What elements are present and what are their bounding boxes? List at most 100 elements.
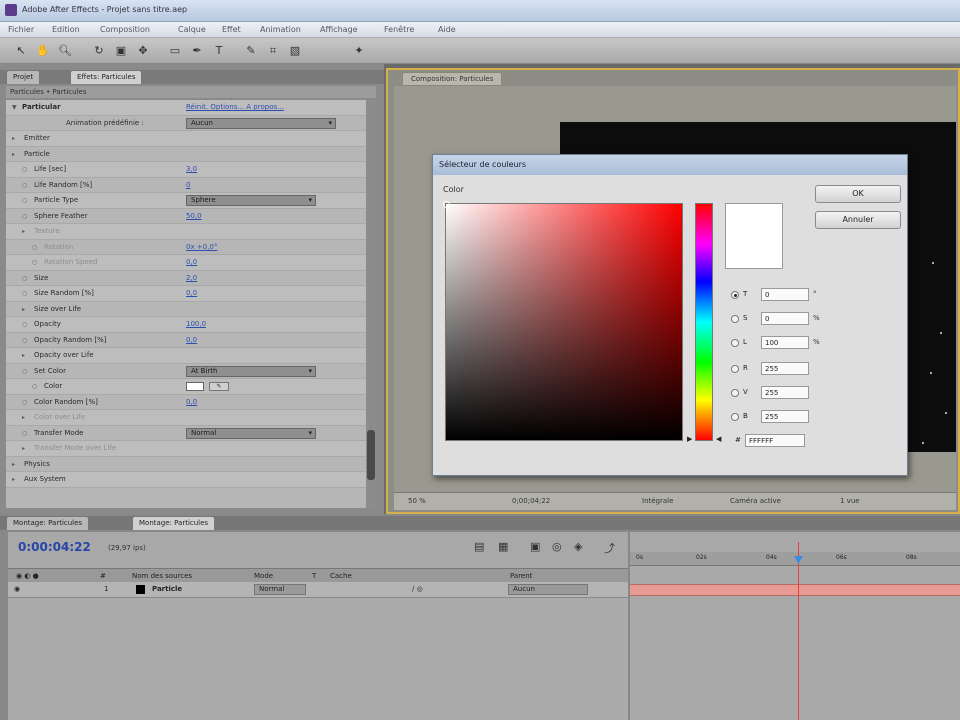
stopwatch-icon[interactable]: ○ xyxy=(22,182,27,189)
twirl-right-icon[interactable]: ▸ xyxy=(12,135,15,142)
stopwatch-icon[interactable]: ○ xyxy=(22,275,27,282)
column-source-name[interactable]: Nom des sources xyxy=(132,572,192,580)
effect-controls-scrollbar[interactable] xyxy=(366,100,376,508)
twirl-right-icon[interactable]: ▸ xyxy=(22,352,25,359)
property-value[interactable]: 0x +0,0° xyxy=(186,243,217,251)
color-selector-marker[interactable] xyxy=(443,201,450,208)
property-dropdown[interactable]: At Birth xyxy=(186,365,316,377)
comp-flowchart-icon[interactable]: ▦ xyxy=(498,540,508,553)
eye-icon[interactable]: ◉ xyxy=(14,585,20,593)
property-value[interactable]: 100,0 xyxy=(186,320,206,328)
layer-row[interactable]: ◉ 1 Particle Normal ∕ ◎ Aucun xyxy=(8,582,628,598)
color-field-input[interactable]: 255 xyxy=(761,386,809,399)
color-swatch[interactable] xyxy=(186,382,204,391)
property-row[interactable]: ○ Opacity 100,0 xyxy=(6,317,366,333)
property-row[interactable]: ○ Opacity Random [%] 0,0 xyxy=(6,333,366,348)
property-row[interactable]: ○ Rotation Speed 0,0 xyxy=(6,255,366,271)
property-row[interactable]: ○ Particle Type Sphere xyxy=(6,193,366,209)
tab-timeline-1[interactable]: Montage: Particules xyxy=(6,516,90,530)
property-row[interactable]: ▸ Physics xyxy=(6,457,366,472)
ok-button[interactable]: OK xyxy=(815,185,901,203)
effect-row[interactable]: ▼ Particular Réinit. Options... A propos… xyxy=(6,100,366,116)
property-value[interactable]: 0,0 xyxy=(186,336,197,344)
layer-mode-dropdown[interactable]: Normal xyxy=(254,584,306,595)
preset-dropdown[interactable]: Aucun xyxy=(186,117,336,129)
twirl-right-icon[interactable]: ▸ xyxy=(22,228,25,235)
mask-tool-icon[interactable]: ▭ xyxy=(168,44,182,58)
property-row[interactable]: ○ Size 2,0 xyxy=(6,271,366,286)
graph-editor-icon[interactable]: ⤴ xyxy=(604,540,615,556)
property-dropdown[interactable]: Normal xyxy=(186,427,316,439)
stopwatch-icon[interactable]: ○ xyxy=(22,321,27,328)
color-mode-radio[interactable] xyxy=(731,413,739,421)
comp-timecode[interactable]: 0;00;04;22 xyxy=(512,497,550,505)
color-mode-radio[interactable] xyxy=(731,389,739,397)
twirl-down-icon[interactable]: ▼ xyxy=(12,104,17,111)
eraser-tool-icon[interactable]: ▧ xyxy=(288,44,302,58)
color-mode-radio[interactable] xyxy=(731,365,739,373)
twirl-right-icon[interactable]: ▸ xyxy=(22,306,25,313)
stopwatch-icon[interactable]: ○ xyxy=(32,383,37,390)
stopwatch-icon[interactable]: ○ xyxy=(22,368,27,375)
menu-calque[interactable]: Calque xyxy=(178,25,206,34)
resolution-dropdown[interactable]: Intégrale xyxy=(642,497,673,505)
pan-tool-icon[interactable]: ✥ xyxy=(136,44,150,58)
views-dropdown[interactable]: 1 vue xyxy=(840,497,860,505)
menu-affichage[interactable]: Affichage xyxy=(320,25,358,34)
saturation-lightness-field[interactable] xyxy=(443,201,683,441)
tab-timeline-2[interactable]: Montage: Particules xyxy=(132,516,216,530)
twirl-right-icon[interactable]: ▸ xyxy=(12,476,15,483)
stopwatch-icon[interactable]: ○ xyxy=(22,337,27,344)
twirl-right-icon[interactable]: ▸ xyxy=(12,151,15,158)
menu-edition[interactable]: Edition xyxy=(52,25,80,34)
property-value[interactable]: 0 xyxy=(186,181,190,189)
search-icon[interactable]: ▤ xyxy=(474,540,484,553)
selection-tool-icon[interactable]: ↖ xyxy=(14,44,28,58)
stopwatch-icon[interactable]: ○ xyxy=(32,244,37,251)
stopwatch-icon[interactable]: ○ xyxy=(22,430,27,437)
property-row[interactable]: ○ Sphere Feather 50,0 xyxy=(6,209,366,224)
property-row[interactable]: ○ Color ✎ xyxy=(6,379,366,395)
eyedropper-icon[interactable]: ✎ xyxy=(209,382,229,391)
pen-tool-icon[interactable]: ✒ xyxy=(190,44,204,58)
color-field-input[interactable]: 100 xyxy=(761,336,809,349)
menu-composition[interactable]: Composition xyxy=(100,25,150,34)
rotate-tool-icon[interactable]: ↻ xyxy=(92,44,106,58)
motion-blur-icon[interactable]: ◈ xyxy=(574,540,582,553)
property-value[interactable]: 2,0 xyxy=(186,274,197,282)
property-row[interactable]: ○ Set Color At Birth xyxy=(6,364,366,379)
property-value[interactable]: 0,0 xyxy=(186,398,197,406)
property-row[interactable]: ▸ Color over Life xyxy=(6,410,366,426)
twirl-right-icon[interactable]: ▸ xyxy=(12,461,15,468)
hue-slider[interactable] xyxy=(695,203,713,441)
hand-tool-icon[interactable]: ✋ xyxy=(36,44,50,58)
zoom-tool-icon[interactable]: 🔍︎ xyxy=(58,44,72,58)
zoom-level[interactable]: 50 % xyxy=(408,497,426,505)
property-value[interactable]: 50,0 xyxy=(186,212,202,220)
twirl-right-icon[interactable]: ▸ xyxy=(22,445,25,452)
menu-fichier[interactable]: Fichier xyxy=(8,25,34,34)
current-time[interactable]: 0:00:04:22 xyxy=(18,540,91,554)
tab-effect-controls[interactable]: Effets: Particules xyxy=(70,70,143,84)
brush-tool-icon[interactable]: ✎ xyxy=(244,44,258,58)
stopwatch-icon[interactable]: ○ xyxy=(32,259,37,266)
tab-composition[interactable]: Composition: Particules xyxy=(402,72,503,86)
property-row[interactable]: ○ Color Random [%] 0,0 xyxy=(6,395,366,410)
color-field-input[interactable]: 255 xyxy=(761,362,809,375)
property-row[interactable]: ○ Rotation 0x +0,0° xyxy=(6,240,366,255)
menu-effet[interactable]: Effet xyxy=(222,25,241,34)
color-field-input[interactable]: 255 xyxy=(761,410,809,423)
camera-tool-icon[interactable]: ▣ xyxy=(114,44,128,58)
stopwatch-icon[interactable]: ○ xyxy=(22,166,27,173)
cancel-button[interactable]: Annuler xyxy=(815,211,901,229)
stopwatch-icon[interactable]: ○ xyxy=(22,213,27,220)
color-field-input[interactable]: 0 xyxy=(761,288,809,301)
time-ruler[interactable]: 0s 02s 04s 06s 08s xyxy=(630,552,960,566)
stopwatch-icon[interactable]: ○ xyxy=(22,399,27,406)
hide-layers-icon[interactable]: ◎ xyxy=(552,540,562,553)
parent-dropdown[interactable]: Aucun xyxy=(508,584,588,595)
property-row[interactable]: ○ Transfer Mode Normal xyxy=(6,426,366,441)
property-row[interactable]: ▸ Size over Life xyxy=(6,302,366,317)
stopwatch-icon[interactable]: ○ xyxy=(22,290,27,297)
color-mode-radio[interactable] xyxy=(731,291,739,299)
